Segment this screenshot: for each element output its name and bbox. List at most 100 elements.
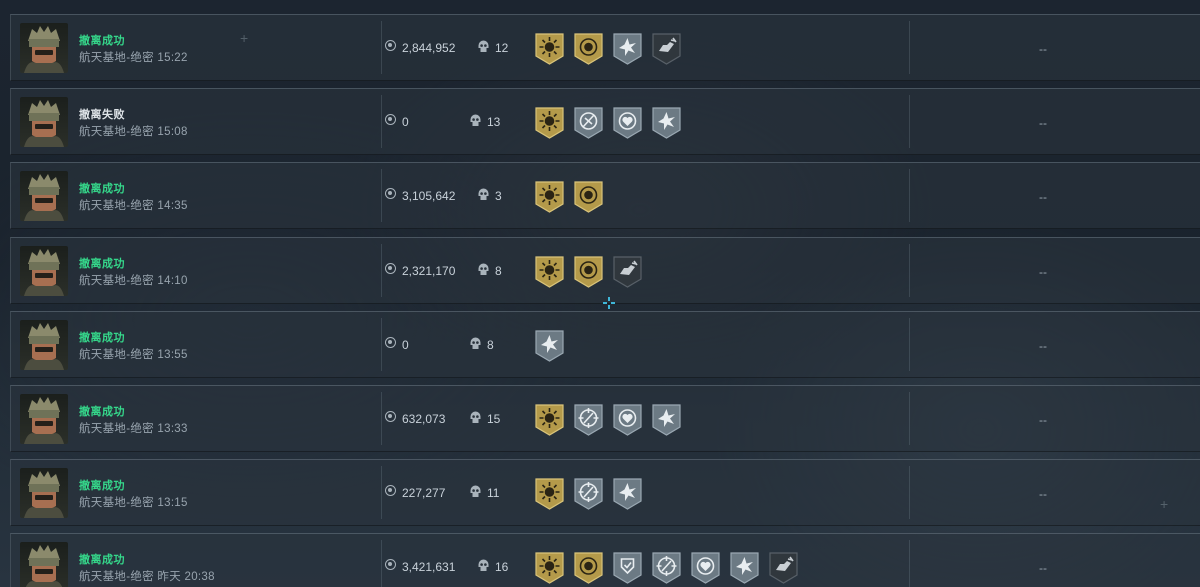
map-and-time: 航天基地-绝密 14:35: [79, 200, 188, 212]
star-burst-silver-badge-icon[interactable]: [534, 329, 565, 363]
column-divider: [909, 540, 910, 587]
skull-icon: [470, 337, 481, 350]
compass-circle-silver-badge-icon[interactable]: [573, 106, 604, 140]
column-divider: [909, 169, 910, 222]
column-divider: [909, 244, 910, 297]
medic-circle-silver-badge-icon[interactable]: [690, 551, 721, 585]
star-burst-silver-badge-icon[interactable]: [651, 403, 682, 437]
map-and-time: 航天基地-绝密 13:15: [79, 497, 188, 509]
loot-value: 2,844,952: [402, 41, 456, 55]
column-divider: [909, 95, 910, 148]
extraction-status: 撤离成功: [79, 183, 125, 195]
match-row[interactable]: 撤离成功 航天基地-绝密 14:35 3,105,642 3 --: [10, 162, 1200, 229]
match-row[interactable]: 撤离成功 航天基地-绝密 14:10 2,321,170 8 --: [10, 237, 1200, 304]
star-burst-silver-badge-icon[interactable]: [612, 477, 643, 511]
extra-stat: --: [1039, 487, 1047, 501]
coin-icon: [385, 188, 396, 199]
column-divider: [381, 169, 382, 222]
map-and-time: 航天基地-绝密 昨天 20:38: [79, 571, 215, 583]
operator-avatar: [20, 468, 68, 518]
hand-grab-dark-badge-icon[interactable]: [612, 255, 643, 289]
column-divider: [381, 244, 382, 297]
target-circle-gold-badge-icon[interactable]: [573, 255, 604, 289]
extra-stat: --: [1039, 265, 1047, 279]
coin-icon: [385, 337, 396, 348]
map-and-time: 航天基地-绝密 13:33: [79, 423, 188, 435]
extraction-status: 撤离失败: [79, 109, 125, 121]
match-row[interactable]: 撤离成功航天基地-绝密 昨天 20:38 3,421,631 16 --: [10, 533, 1200, 587]
kill-count: 12: [495, 41, 509, 55]
match-row[interactable]: 撤离成功 航天基地-绝密 13:15 227,277 11 --: [10, 459, 1200, 526]
map-and-time: 航天基地-绝密 13:55: [79, 349, 188, 361]
loot-value: 3,421,631: [402, 560, 456, 574]
extra-stat: --: [1039, 190, 1047, 204]
column-divider: [909, 21, 910, 74]
extra-stat: --: [1039, 42, 1047, 56]
star-burst-silver-badge-icon[interactable]: [651, 106, 682, 140]
operator-avatar: [20, 23, 68, 73]
loot-value: 0: [402, 115, 409, 129]
extraction-status: 撤离成功: [79, 554, 125, 566]
kill-count: 13: [487, 115, 501, 129]
map-and-time: 航天基地-绝密 15:08: [79, 126, 188, 138]
extraction-status: 撤离成功: [79, 258, 125, 270]
skull-icon: [470, 114, 481, 127]
loot-value: 632,073: [402, 412, 446, 426]
column-divider: [909, 318, 910, 371]
loot-value: 3,105,642: [402, 189, 456, 203]
target-circle-gold-badge-icon[interactable]: [573, 32, 604, 66]
sun-burst-gold-badge-icon[interactable]: [534, 403, 565, 437]
match-row[interactable]: 撤离失败 航天基地-绝密 15:08 0 13 --: [10, 88, 1200, 155]
extra-stat: --: [1039, 561, 1047, 575]
coin-icon: [385, 559, 396, 570]
extra-stat: --: [1039, 339, 1047, 353]
skull-icon: [470, 411, 481, 424]
match-row[interactable]: 撤离成功 航天基地-绝密 13:33 632,073 15 --: [10, 385, 1200, 452]
map-and-time: 航天基地-绝密 14:10: [79, 275, 188, 287]
hand-grab-dark-badge-icon[interactable]: [651, 32, 682, 66]
skull-icon: [478, 263, 489, 276]
extraction-status: 撤离成功: [79, 480, 125, 492]
crosshair-circle-silver-badge-icon[interactable]: [651, 551, 682, 585]
column-divider: [909, 392, 910, 445]
coin-icon: [385, 114, 396, 125]
column-divider: [381, 392, 382, 445]
sun-burst-gold-badge-icon[interactable]: [534, 255, 565, 289]
background-decor-plus: +: [240, 30, 249, 46]
kill-count: 8: [487, 338, 494, 352]
star-burst-silver-badge-icon[interactable]: [612, 32, 643, 66]
crosshair-cursor-icon: [603, 297, 615, 309]
kill-count: 15: [487, 412, 501, 426]
match-row[interactable]: 撤离成功 航天基地-绝密 13:55 0 8 --: [10, 311, 1200, 378]
match-row[interactable]: 撤离成功 航天基地-绝密 15:22 2,844,952 12 --: [10, 14, 1200, 81]
column-divider: [381, 95, 382, 148]
target-circle-gold-badge-icon[interactable]: [573, 180, 604, 214]
column-divider: [381, 540, 382, 587]
star-burst-silver-badge-icon[interactable]: [729, 551, 760, 585]
target-circle-gold-badge-icon[interactable]: [573, 551, 604, 585]
crosshair-circle-silver-badge-icon[interactable]: [573, 403, 604, 437]
sun-burst-gold-badge-icon[interactable]: [534, 32, 565, 66]
crosshair-circle-silver-badge-icon[interactable]: [573, 477, 604, 511]
sun-burst-gold-badge-icon[interactable]: [534, 477, 565, 511]
shield-check-silver-badge-icon[interactable]: [612, 551, 643, 585]
background-decor-plus: +: [1160, 496, 1169, 512]
medic-circle-silver-badge-icon[interactable]: [612, 403, 643, 437]
extraction-status: 撤离成功: [79, 35, 125, 47]
skull-icon: [470, 485, 481, 498]
kill-count: 16: [495, 560, 509, 574]
kill-count: 8: [495, 264, 502, 278]
operator-avatar: [20, 97, 68, 147]
column-divider: [381, 21, 382, 74]
coin-icon: [385, 485, 396, 496]
medic-circle-silver-badge-icon[interactable]: [612, 106, 643, 140]
loot-value: 0: [402, 338, 409, 352]
column-divider: [381, 318, 382, 371]
coin-icon: [385, 40, 396, 51]
extra-stat: --: [1039, 413, 1047, 427]
sun-burst-gold-badge-icon[interactable]: [534, 180, 565, 214]
operator-avatar: [20, 246, 68, 296]
hand-grab-dark-badge-icon[interactable]: [768, 551, 799, 585]
sun-burst-gold-badge-icon[interactable]: [534, 551, 565, 585]
sun-burst-gold-badge-icon[interactable]: [534, 106, 565, 140]
